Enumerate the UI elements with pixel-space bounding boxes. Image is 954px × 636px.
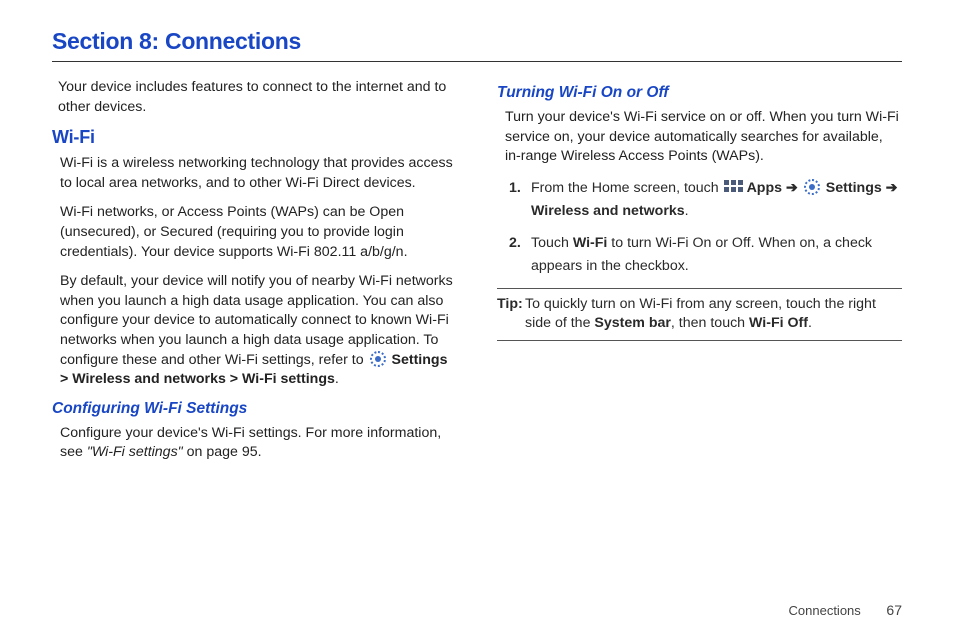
steps-list: From the Home screen, touch Apps ➔ Setti…	[497, 177, 902, 278]
configuring-para: Configure your device's Wi-Fi settings. …	[52, 424, 457, 463]
settings-label: Settings	[826, 180, 882, 196]
apps-icon	[724, 180, 742, 194]
content-columns: Your device includes features to connect…	[52, 78, 902, 473]
step1-end: .	[685, 203, 689, 219]
wifi-para-2: Wi-Fi networks, or Access Points (WAPs) …	[52, 203, 457, 262]
right-column: Turning Wi-Fi On or Off Turn your device…	[497, 78, 902, 473]
page-footer: Connections 67	[789, 602, 902, 618]
page-number: 67	[886, 602, 902, 618]
system-bar-label: System bar	[594, 315, 671, 331]
tip-label: Tip:	[497, 295, 523, 315]
configuring-ref: "Wi-Fi settings"	[87, 444, 183, 460]
wifi-heading: Wi-Fi	[52, 127, 457, 148]
step2-text-a: Touch	[531, 235, 573, 251]
left-column: Your device includes features to connect…	[52, 78, 457, 473]
wifi-p3-end: .	[335, 371, 339, 387]
step-1: From the Home screen, touch Apps ➔ Setti…	[509, 177, 902, 222]
arrow-icon: ➔	[882, 180, 898, 196]
configuring-text-b: on page 95.	[183, 444, 262, 460]
turning-para: Turn your device's Wi-Fi service on or o…	[497, 108, 902, 167]
intro-text: Your device includes features to connect…	[52, 78, 457, 117]
section-title: Section 8: Connections	[52, 28, 902, 62]
settings-icon	[370, 351, 386, 367]
step-2: Touch Wi-Fi to turn Wi-Fi On or Off. Whe…	[509, 232, 902, 277]
step2-wifi: Wi-Fi	[573, 235, 608, 251]
apps-label: Apps	[747, 180, 782, 196]
wifi-para-1: Wi-Fi is a wireless networking technolog…	[52, 154, 457, 193]
arrow-icon: ➔	[786, 180, 802, 196]
tip-block: Tip: To quickly turn on Wi-Fi from any s…	[497, 288, 902, 341]
footer-section: Connections	[789, 603, 861, 618]
tip-body: To quickly turn on Wi-Fi from any screen…	[497, 295, 902, 334]
wifi-para-3: By default, your device will notify you …	[52, 272, 457, 390]
turning-heading: Turning Wi-Fi On or Off	[497, 84, 902, 102]
wifi-off-label: Wi-Fi Off	[749, 315, 808, 331]
configuring-heading: Configuring Wi-Fi Settings	[52, 400, 457, 418]
tip-text-c: , then touch	[671, 315, 749, 331]
settings-icon	[804, 179, 820, 195]
wireless-label: Wireless and networks	[531, 203, 685, 219]
step1-text-a: From the Home screen, touch	[531, 180, 723, 196]
tip-text-e: .	[808, 315, 812, 331]
